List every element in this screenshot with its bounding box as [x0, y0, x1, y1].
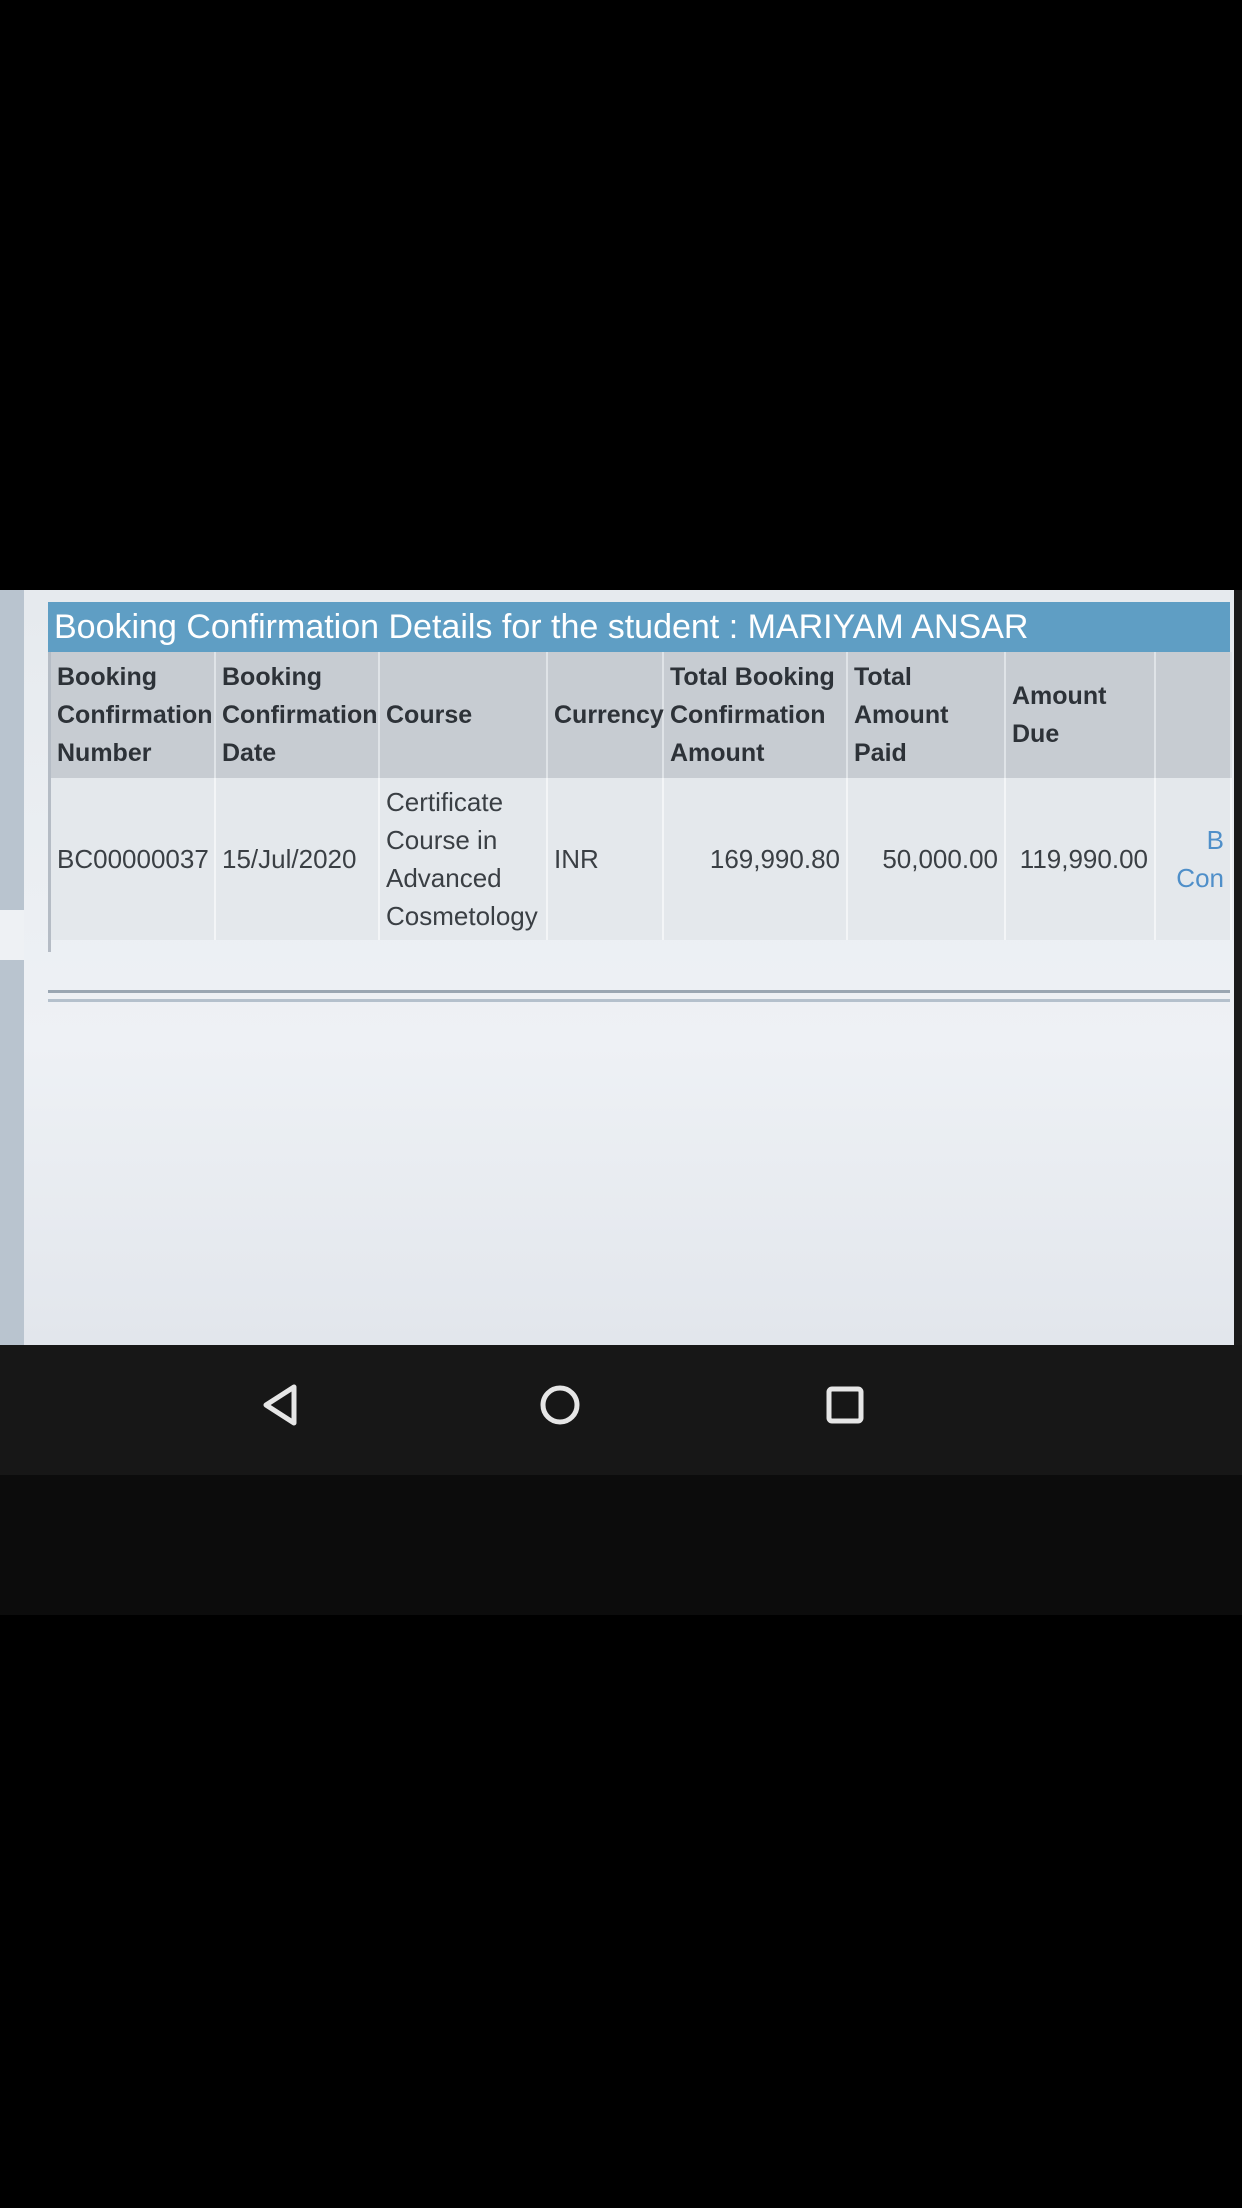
table-bottom-border — [48, 990, 1230, 1002]
cell-total-amount: 169,990.80 — [663, 778, 848, 940]
page-title: Booking Confirmation Details for the stu… — [48, 602, 1230, 652]
phone-screen: Booking Confirmation Details for the stu… — [0, 590, 1242, 1615]
table-row: BC00000037 15/Jul/2020 Certificate Cours… — [51, 778, 1232, 940]
cell-booking-date: 15/Jul/2020 — [215, 778, 380, 940]
cell-booking-number: BC00000037 — [51, 778, 216, 940]
header-amount-due: Amount Due — [1005, 652, 1156, 778]
left-edge-strip — [0, 590, 24, 1345]
android-nav-bar — [0, 1345, 1242, 1475]
cell-amount-due: 119,990.00 — [1005, 778, 1156, 940]
header-action — [1155, 652, 1232, 778]
home-button[interactable] — [530, 1375, 590, 1435]
header-currency: Currency — [547, 652, 664, 778]
back-icon — [263, 1384, 297, 1426]
booking-table: Booking Confirmation Number Booking Conf… — [51, 652, 1232, 940]
cell-action[interactable]: B Con — [1155, 778, 1232, 940]
header-amount-paid: Total Amount Paid — [847, 652, 1006, 778]
action-link-line2[interactable]: Con — [1162, 859, 1224, 897]
header-course: Course — [379, 652, 548, 778]
back-button[interactable] — [250, 1375, 310, 1435]
header-booking-number: Booking Confirmation Number — [51, 652, 216, 778]
left-edge-notch — [0, 910, 24, 960]
table-header-row: Booking Confirmation Number Booking Conf… — [51, 652, 1232, 778]
header-total-amount: Total Booking Confirmation Amount — [663, 652, 848, 778]
web-page: Booking Confirmation Details for the stu… — [24, 590, 1234, 1345]
header-booking-date: Booking Confirmation Date — [215, 652, 380, 778]
booking-table-panel: Booking Confirmation Number Booking Conf… — [48, 652, 1232, 952]
recents-button[interactable] — [815, 1375, 875, 1435]
recents-icon — [826, 1386, 864, 1424]
cell-course: Certificate Course in Advanced Cosmetolo… — [379, 778, 548, 940]
cell-amount-paid: 50,000.00 — [847, 778, 1006, 940]
phone-bezel — [0, 1475, 1242, 1615]
cell-currency: INR — [547, 778, 664, 940]
home-icon — [540, 1385, 580, 1425]
action-link-line1[interactable]: B — [1162, 821, 1224, 859]
